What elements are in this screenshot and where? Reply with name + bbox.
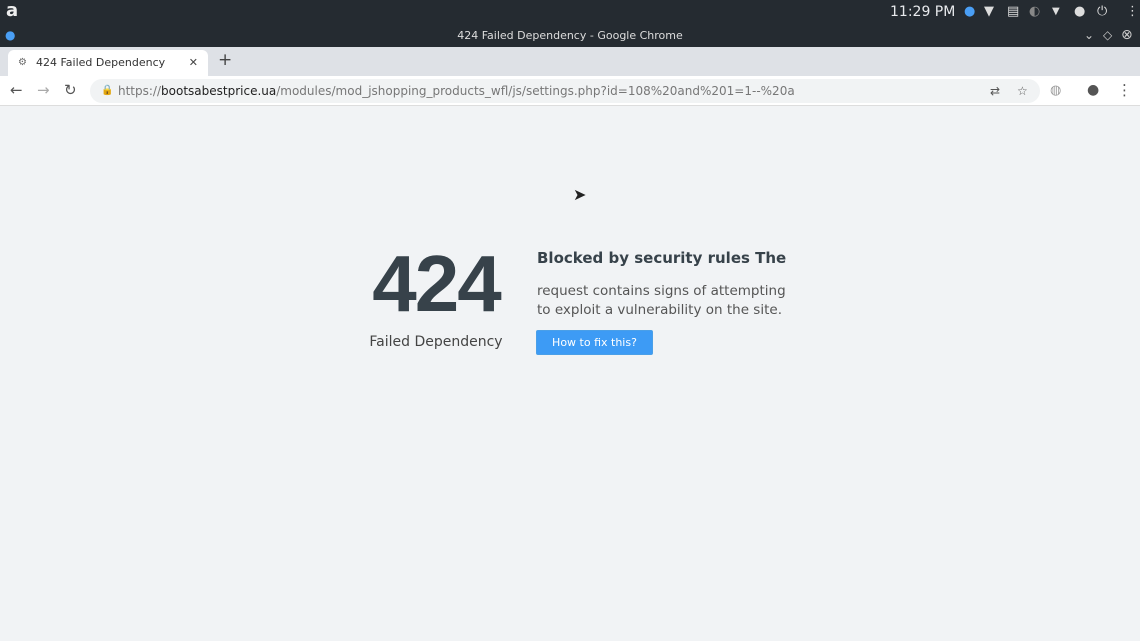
back-icon[interactable]: ← xyxy=(10,81,23,99)
chrome-icon: ● xyxy=(5,28,16,42)
extension-globe-icon[interactable]: ◍ xyxy=(1050,83,1061,98)
window-title: 424 Failed Dependency - Google Chrome xyxy=(457,29,683,42)
error-code: 424 xyxy=(372,239,501,328)
more-icon[interactable]: ⋮ xyxy=(1126,4,1139,19)
close-window-icon[interactable]: ⊗ xyxy=(1121,24,1133,47)
url-path: /modules/mod_jshopping_products_wfl/js/s… xyxy=(276,84,795,98)
lock-icon[interactable]: ● xyxy=(1074,4,1085,19)
clipboard-icon[interactable]: ▤ xyxy=(1007,4,1019,19)
tab-active[interactable]: ⚙ 424 Failed Dependency ✕ xyxy=(8,50,208,76)
minimize-icon[interactable]: ⌄ xyxy=(1084,24,1094,47)
error-label: Failed Dependency xyxy=(369,334,503,350)
tab-title: 424 Failed Dependency xyxy=(36,56,166,69)
favicon-icon: ⚙ xyxy=(18,57,27,68)
new-tab-button[interactable]: + xyxy=(218,50,232,70)
error-description: request contains signs of attempting to … xyxy=(537,283,786,318)
close-tab-icon[interactable]: ✕ xyxy=(189,50,198,76)
system-bar: a 11:29 PM ● ▼ ▤ ◐ ▼ ● ⏻ ⋮ xyxy=(0,0,1140,24)
lock-icon[interactable]: 🔒 xyxy=(101,79,113,103)
url-scheme: https:// xyxy=(118,84,162,98)
dropdown-icon[interactable]: ▼ xyxy=(1052,6,1060,17)
profile-avatar[interactable]: ● xyxy=(1087,82,1099,98)
error-heading: Blocked by security rules The xyxy=(537,249,787,267)
toolbar: ← → ↻ 🔒 https://bootsabestprice.ua/modul… xyxy=(0,76,1140,106)
tab-strip: ⚙ 424 Failed Dependency ✕ + xyxy=(0,47,1140,76)
how-to-fix-button[interactable]: How to fix this? xyxy=(536,330,653,355)
forward-icon[interactable]: → xyxy=(37,81,50,99)
clock[interactable]: 11:29 PM xyxy=(890,4,955,20)
chrome-menu-icon[interactable]: ⋮ xyxy=(1117,81,1132,99)
url-host: bootsabestprice.ua xyxy=(161,84,277,98)
maximize-icon[interactable]: ◇ xyxy=(1103,24,1112,47)
wifi-icon[interactable]: ▼ xyxy=(984,4,994,19)
reload-icon[interactable]: ↻ xyxy=(64,81,77,99)
launcher-icon[interactable]: a xyxy=(6,0,18,21)
chrome-tray-icon[interactable]: ● xyxy=(964,4,975,19)
bookmark-star-icon[interactable]: ☆ xyxy=(1017,79,1028,103)
translate-icon[interactable]: ⇄ xyxy=(990,79,1000,103)
volume-icon[interactable]: ◐ xyxy=(1029,4,1040,19)
mouse-cursor-icon: ➤ xyxy=(573,185,587,204)
power-icon[interactable]: ⏻ xyxy=(1097,4,1107,19)
address-bar[interactable]: 🔒 https://bootsabestprice.ua/modules/mod… xyxy=(90,79,1040,103)
window-title-bar: ● 424 Failed Dependency - Google Chrome … xyxy=(0,24,1140,47)
